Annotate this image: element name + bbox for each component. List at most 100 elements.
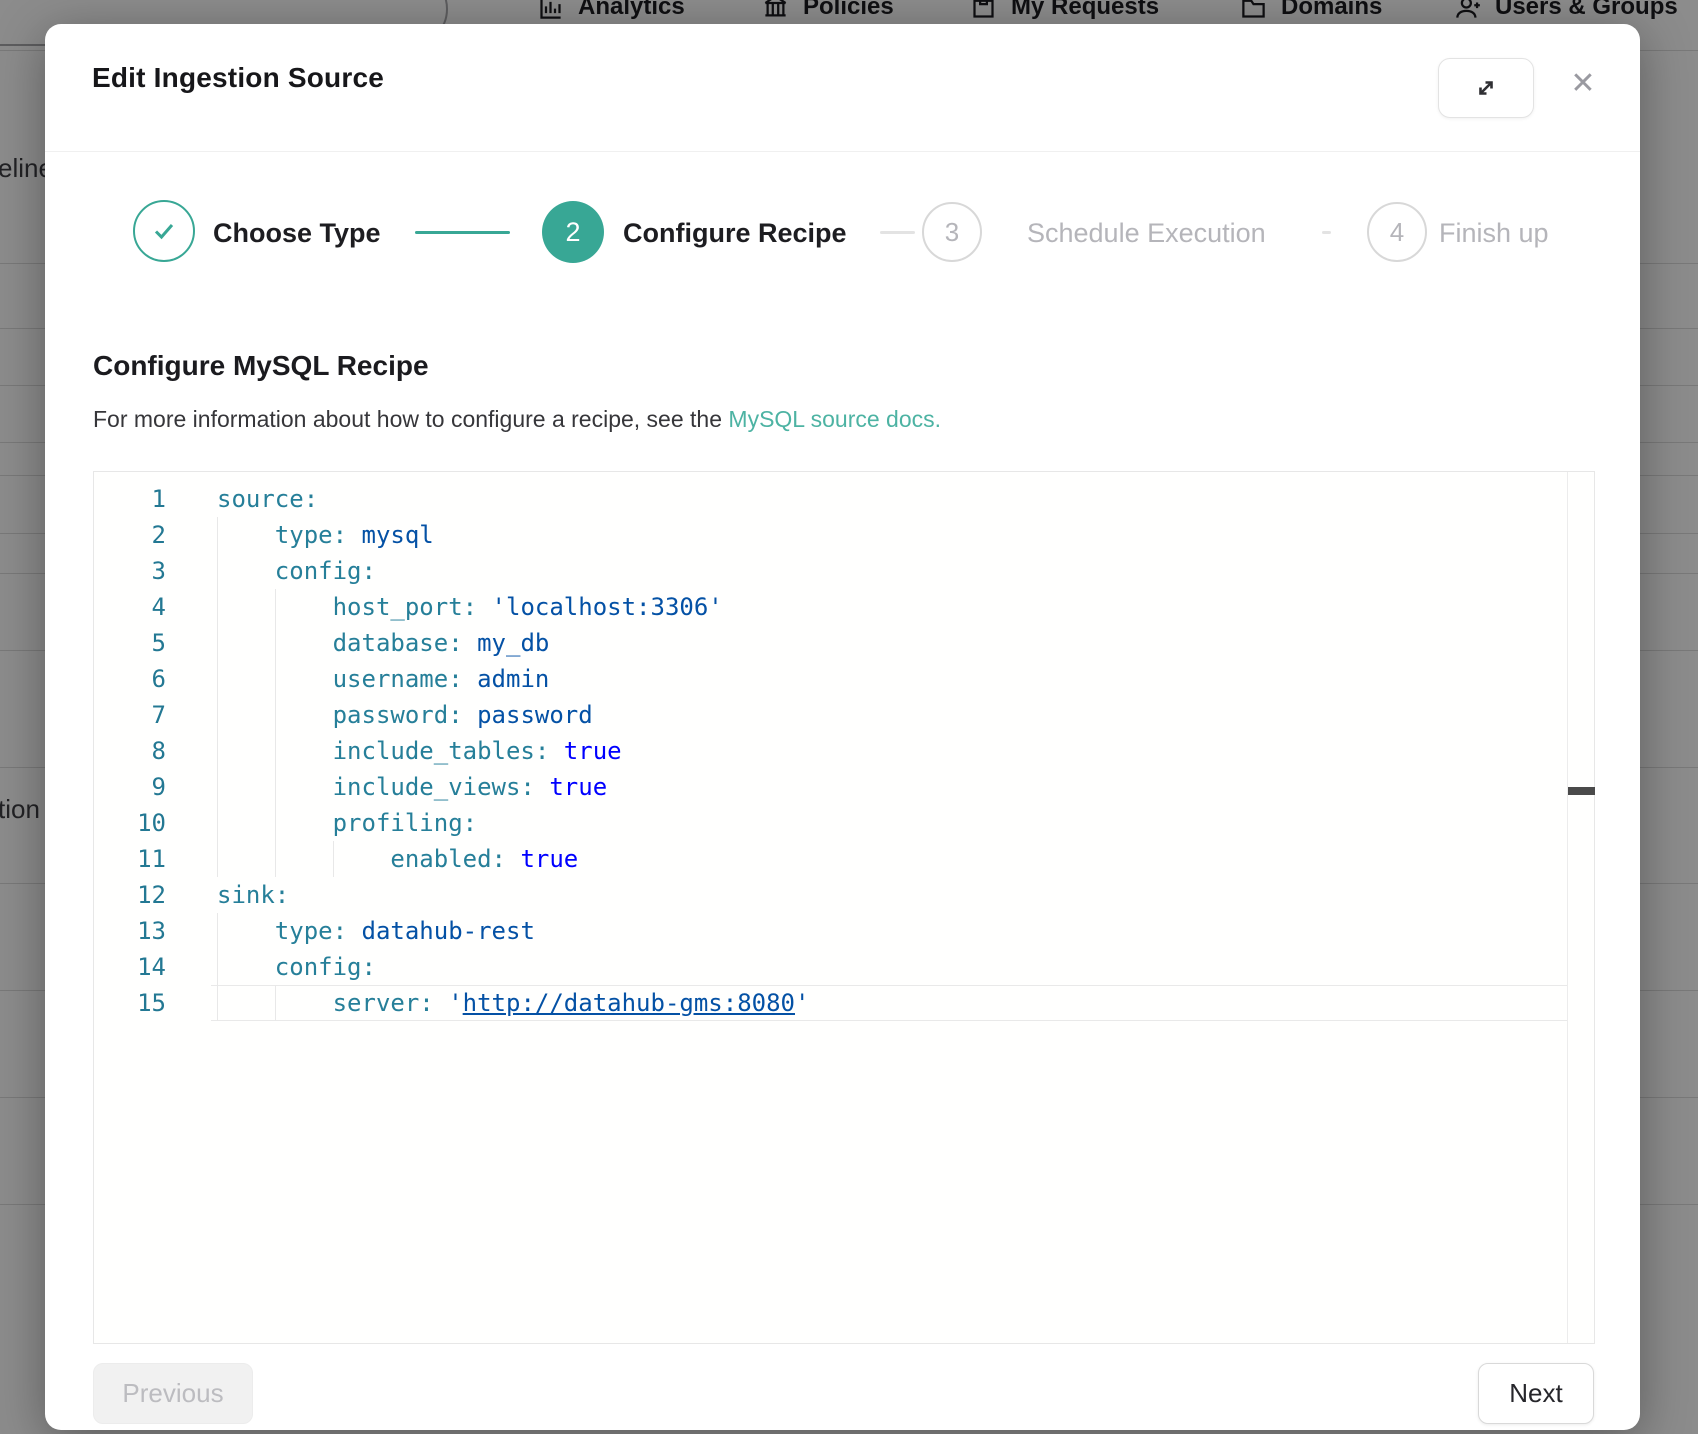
modal-header: Edit Ingestion Source ✕ [45, 24, 1640, 152]
code-line-10[interactable]: profiling: [217, 805, 477, 841]
token-key: config: [275, 953, 376, 981]
token-plain [463, 629, 477, 657]
token-key: sink: [217, 881, 289, 909]
line-number: 5 [94, 625, 166, 661]
token-str: ' [795, 989, 809, 1017]
token-key: type: [275, 917, 347, 945]
token-val: datahub-rest [362, 917, 535, 945]
line-number: 10 [94, 805, 166, 841]
step-3-label[interactable]: Schedule Execution [1027, 209, 1266, 257]
line-number: 13 [94, 913, 166, 949]
code-line-11[interactable]: enabled: true [217, 841, 578, 877]
scrollbar-separator [1567, 472, 1568, 1343]
check-icon [149, 216, 179, 246]
indent-guide [217, 985, 275, 1021]
token-key: password: [333, 701, 463, 729]
line-number: 9 [94, 769, 166, 805]
indent-guide [217, 841, 275, 877]
indent-guide [275, 625, 333, 661]
code-line-4[interactable]: host_port: 'localhost:3306' [217, 589, 723, 625]
screen: more... Analytics Policies My Requests D… [0, 0, 1698, 1434]
code-line-15[interactable]: server: 'http://datahub-gms:8080' [217, 985, 809, 1021]
line-number: 2 [94, 517, 166, 553]
step-1-circle[interactable] [133, 200, 195, 262]
indent-guide [275, 769, 333, 805]
code-line-9[interactable]: include_views: true [217, 769, 607, 805]
code-line-5[interactable]: database: my_db [217, 625, 549, 661]
line-number: 14 [94, 949, 166, 985]
code-line-7[interactable]: password: password [217, 697, 593, 733]
token-key: profiling: [333, 809, 478, 837]
section-heading: Configure MySQL Recipe [93, 350, 429, 382]
line-number: 6 [94, 661, 166, 697]
indent-guide [217, 913, 275, 949]
token-plain [506, 845, 520, 873]
code-line-12[interactable]: sink: [217, 877, 289, 913]
next-button[interactable]: Next [1478, 1363, 1594, 1424]
indent-guide [275, 841, 333, 877]
token-key: server: [333, 989, 434, 1017]
step-2-circle[interactable]: 2 [542, 201, 604, 263]
token-bool: true [549, 773, 607, 801]
code-line-3[interactable]: config: [217, 553, 376, 589]
indent-guide [217, 949, 275, 985]
code-line-6[interactable]: username: admin [217, 661, 549, 697]
indent-guide [217, 697, 275, 733]
indent-guide [275, 805, 333, 841]
step-2-label[interactable]: Configure Recipe [623, 209, 847, 257]
token-plain [347, 917, 361, 945]
close-icon[interactable]: ✕ [1557, 57, 1609, 109]
token-val: my_db [477, 629, 549, 657]
edit-ingestion-source-modal: Edit Ingestion Source ✕ Choose Type 2 [45, 24, 1640, 1430]
code-line-2[interactable]: type: mysql [217, 517, 434, 553]
token-val: password [477, 701, 593, 729]
line-number: 12 [94, 877, 166, 913]
step-number: 4 [1390, 217, 1404, 248]
token-key: source: [217, 485, 318, 513]
step-connector [1322, 231, 1331, 234]
token-key: database: [333, 629, 463, 657]
step-1-label[interactable]: Choose Type [213, 209, 381, 257]
step-4-label[interactable]: Finish up [1439, 209, 1549, 257]
token-key: host_port: [333, 593, 478, 621]
line-number: 15 [94, 985, 166, 1021]
token-plain [463, 701, 477, 729]
step-connector [415, 231, 510, 234]
token-key: include_views: [333, 773, 535, 801]
code-line-1[interactable]: source: [217, 481, 318, 517]
recipe-code-editor[interactable]: 1source:2type: mysql3config:4host_port: … [93, 471, 1595, 1344]
token-str: 'localhost:3306' [492, 593, 723, 621]
indent-guide [275, 589, 333, 625]
token-str: ' [448, 989, 462, 1017]
step-number: 3 [945, 217, 959, 248]
expand-modal-button[interactable] [1438, 58, 1534, 118]
step-number: 2 [565, 217, 580, 248]
step-3-circle[interactable]: 3 [922, 202, 982, 262]
step-connector [880, 231, 915, 234]
indent-guide [275, 661, 333, 697]
token-plain [463, 665, 477, 693]
line-number: 11 [94, 841, 166, 877]
indent-guide [217, 517, 275, 553]
indent-guide [217, 553, 275, 589]
code-line-8[interactable]: include_tables: true [217, 733, 622, 769]
indent-guide [217, 589, 275, 625]
line-number: 1 [94, 481, 166, 517]
token-bool: true [564, 737, 622, 765]
token-key: include_tables: [333, 737, 550, 765]
code-line-14[interactable]: config: [217, 949, 376, 985]
indent-guide [333, 841, 391, 877]
token-bool: true [520, 845, 578, 873]
step-4-circle[interactable]: 4 [1367, 202, 1427, 262]
indent-guide [217, 661, 275, 697]
previous-button[interactable]: Previous [93, 1363, 253, 1424]
scrollbar-marker[interactable] [1568, 787, 1595, 795]
section-description: For more information about how to config… [93, 406, 941, 433]
modal-title: Edit Ingestion Source [92, 62, 384, 94]
line-number: 8 [94, 733, 166, 769]
mysql-source-docs-link[interactable]: MySQL source docs. [728, 406, 941, 432]
expand-icon [1470, 72, 1502, 104]
token-url: http://datahub-gms:8080 [463, 989, 795, 1017]
indent-guide [275, 985, 333, 1021]
code-line-13[interactable]: type: datahub-rest [217, 913, 535, 949]
